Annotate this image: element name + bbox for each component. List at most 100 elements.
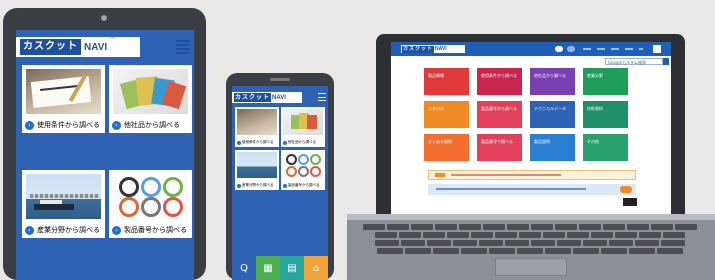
tile-label: その他 — [587, 139, 599, 144]
ring-blue — [141, 177, 161, 197]
gasket-samples-photo — [113, 69, 188, 114]
menu-icon[interactable] — [176, 40, 190, 54]
card-caption: › 他社品から調べる — [112, 120, 180, 130]
document-icon[interactable]: ▤ — [280, 256, 304, 280]
brand-tm: ™ — [110, 37, 116, 43]
card-industry[interactable]: 産業分野から調べる — [235, 150, 279, 190]
tablet-logo[interactable]: カスクット NAVI ™ — [16, 37, 140, 57]
chat-widget[interactable] — [623, 198, 637, 206]
keyboard-key — [483, 224, 505, 230]
tile-label: 製品説明 — [534, 139, 550, 144]
phone-device: カスクット NAVI 使用条件から調べる 他社品から調べる 産業分野から調べる … — [226, 73, 334, 280]
keyboard-key — [401, 240, 425, 246]
tile-label: 製品情報 — [428, 73, 444, 78]
arrow-circle-icon — [283, 140, 287, 145]
keyboard-key — [627, 224, 649, 230]
card-caption: 製品番号から調べる — [283, 183, 320, 188]
info-text — [436, 188, 586, 190]
card-usage-conditions[interactable]: › 使用条件から調べる — [22, 65, 105, 133]
tile-label: テクニカルデータ — [534, 106, 566, 111]
menu-icon[interactable] — [653, 45, 661, 53]
card-product-number[interactable]: › 製品番号から調べる — [109, 170, 192, 238]
trackpad[interactable] — [495, 258, 567, 276]
card-caption: › 製品番号から調べる — [112, 225, 187, 235]
rings-photo — [283, 152, 323, 178]
keyboard-key — [471, 232, 493, 238]
skyline — [30, 194, 100, 198]
tile-8[interactable]: よくある質問 — [424, 134, 469, 161]
card-industry[interactable]: › 産業分野から調べる — [22, 170, 105, 238]
notice-banner[interactable] — [428, 170, 636, 180]
card-usage-conditions[interactable]: 使用条件から調べる — [235, 107, 279, 147]
search-input[interactable]: Googleカスタム検索 — [605, 58, 663, 65]
keyboard-key — [435, 224, 457, 230]
keyboard-key — [661, 240, 685, 246]
ship-deck — [40, 200, 62, 204]
keyboard-key — [591, 232, 613, 238]
arrow-circle-icon: › — [112, 120, 121, 130]
keyboard-key — [507, 224, 529, 230]
ring-orange — [286, 166, 297, 177]
keyboard-key — [423, 232, 445, 238]
brand-name-navi: NAVI — [272, 94, 286, 101]
keyboard-key — [567, 232, 589, 238]
notice-text — [451, 174, 561, 176]
tile-label: 産業分野 — [587, 73, 603, 78]
card-label: 使用条件から調べる — [37, 121, 100, 129]
tile-7[interactable]: 技術資料 — [583, 101, 628, 128]
keyboard-key — [635, 240, 659, 246]
tile-label: 使用条件から調べる — [481, 73, 517, 78]
tile-9[interactable]: 製品番号で調べる — [477, 134, 522, 161]
keyboard-key — [387, 224, 409, 230]
home-icon[interactable]: ⌂ — [304, 256, 328, 280]
tile-11[interactable]: その他 — [583, 134, 628, 161]
tile-label: カタログ — [428, 106, 444, 111]
header-nav-pill[interactable] — [567, 46, 575, 52]
keyboard-key — [461, 248, 487, 254]
keyboard-key — [495, 232, 517, 238]
card-competitor-products[interactable]: › 他社品から調べる — [109, 65, 192, 133]
tile-5[interactable]: 製品番号から調べる — [477, 101, 522, 128]
keyboard-key — [601, 248, 627, 254]
keyboard-key — [377, 248, 403, 254]
tile-label: よくある質問 — [428, 139, 452, 144]
keyboard-key — [579, 224, 601, 230]
tile-4[interactable]: カタログ — [424, 101, 469, 128]
menu-icon[interactable] — [318, 93, 326, 101]
card-label: 製品番号から調べる — [288, 183, 320, 187]
keyboard-key — [615, 232, 637, 238]
header-nav-links[interactable] — [583, 48, 643, 50]
gasket-samples-photo — [283, 109, 323, 135]
laptop-keyboard-base — [347, 214, 715, 280]
brand-name-jp: カスクット — [402, 45, 435, 53]
info-button[interactable] — [620, 186, 632, 193]
keyboard-key — [531, 240, 555, 246]
calculator-icon[interactable]: ▦ — [256, 256, 280, 280]
laptop-logo[interactable]: カスクット NAVI — [401, 45, 465, 53]
tile-3[interactable]: 産業分野 — [583, 68, 628, 95]
tile-1[interactable]: 使用条件から調べる — [477, 68, 522, 95]
keyboard-key — [639, 232, 661, 238]
brand-name-jp: カスクット — [20, 39, 81, 55]
keyboard-key — [459, 224, 481, 230]
keyboard-key — [433, 248, 459, 254]
info-bar — [428, 184, 636, 195]
tablet-device: カスクット NAVI ™ › 使用条件から調べる › 他社品から調べる › 産業… — [3, 8, 206, 280]
search-button[interactable] — [663, 58, 669, 65]
phone-logo[interactable]: カスクット NAVI — [232, 92, 302, 103]
tile-6[interactable]: テクニカルデータ — [530, 101, 575, 128]
tile-2[interactable]: 他社品から調べる — [530, 68, 575, 95]
hand-writing-photo — [237, 109, 277, 135]
header-nav-pill[interactable] — [555, 46, 563, 52]
search-icon[interactable]: Q — [232, 256, 256, 280]
tile-0[interactable]: 製品情報 — [424, 68, 469, 95]
card-product-number[interactable]: 製品番号から調べる — [281, 150, 325, 190]
card-competitor-products[interactable]: 他社品から調べる — [281, 107, 325, 147]
keyboard-key — [573, 248, 599, 254]
keyboard-key — [609, 240, 633, 246]
tile-label: 技術資料 — [587, 106, 603, 111]
keyboard-key — [675, 224, 697, 230]
laptop-lid: カスクット NAVI Googleカスタム検索 製品情報 使用条件から調べる 他社品… — [376, 34, 685, 214]
tile-10[interactable]: 製品説明 — [530, 134, 575, 161]
notice-badge — [435, 173, 445, 177]
